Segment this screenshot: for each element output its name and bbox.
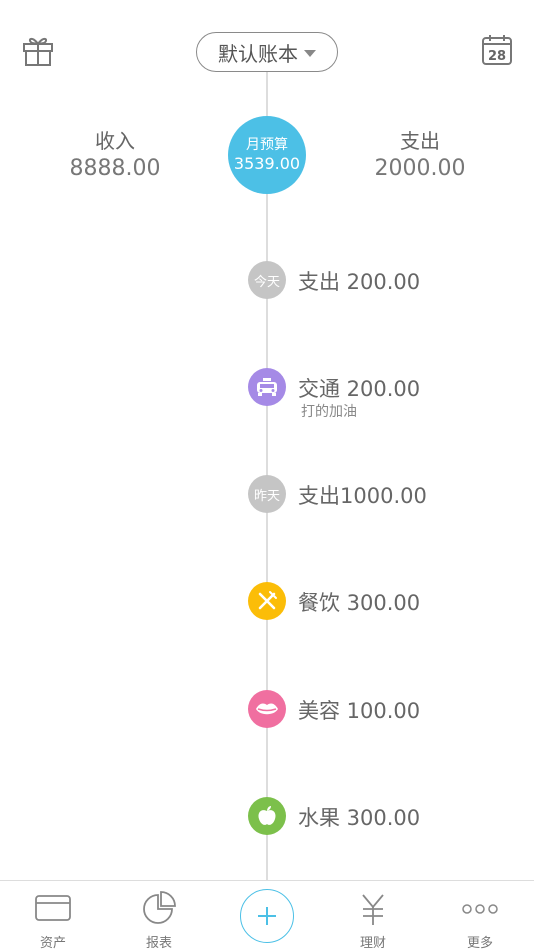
monthly-budget-button[interactable]: 月预算 3539.00 [228, 116, 306, 194]
today-badge: 今天 [248, 261, 286, 299]
account-book-selector[interactable]: 默认账本 [196, 32, 338, 72]
more-dots-icon [462, 904, 498, 914]
tab-assets[interactable]: 资产 [0, 881, 106, 950]
tab-label: 报表 [145, 936, 172, 950]
plus-icon [258, 907, 276, 925]
expense-label: 支出 [400, 129, 440, 153]
daily-expense-total: 支出 200.00 [298, 270, 421, 294]
budget-value: 3539.00 [233, 154, 301, 173]
app-screen: 默认账本 28 收入 8888.00 月预算 3539.00 支出 2000.0… [0, 0, 534, 950]
income-value: 8888.00 [69, 156, 161, 181]
card-icon [35, 895, 71, 921]
tab-finance[interactable]: 理财 [320, 881, 426, 950]
add-record-button[interactable] [240, 889, 294, 943]
transaction-amount: 交通 200.00 [298, 377, 421, 401]
calendar-icon[interactable]: 28 [480, 32, 516, 68]
transaction-amount: 水果 300.00 [298, 806, 421, 830]
lips-icon [248, 690, 286, 728]
yesterday-badge: 昨天 [248, 475, 286, 513]
tab-reports[interactable]: 报表 [106, 881, 212, 950]
transaction-note: 打的加油 [301, 404, 357, 420]
expense-value: 2000.00 [374, 156, 466, 181]
tab-label: 资产 [39, 936, 66, 950]
bottom-tab-bar: 资产 报表 理财 更多 [0, 880, 534, 950]
daily-expense-total: 支出1000.00 [298, 484, 427, 508]
income-label: 收入 [95, 129, 135, 153]
income-summary: 收入 8888.00 [35, 128, 195, 184]
yen-icon [362, 894, 384, 925]
taxi-icon [248, 368, 286, 406]
chevron-down-icon [304, 49, 316, 57]
pie-chart-icon [143, 891, 176, 924]
budget-label: 月预算 [246, 137, 288, 153]
fork-knife-icon [248, 582, 286, 620]
calendar-day-number: 28 [488, 49, 506, 64]
yesterday-badge-label: 昨天 [253, 488, 280, 504]
tab-more[interactable]: 更多 [427, 881, 533, 950]
tab-label: 理财 [359, 936, 386, 950]
apple-icon [248, 797, 286, 835]
transaction-amount: 美容 100.00 [298, 699, 421, 723]
tab-label: 更多 [466, 936, 493, 950]
today-badge-label: 今天 [253, 274, 280, 290]
gift-icon[interactable] [20, 32, 56, 68]
transaction-amount: 餐饮 300.00 [298, 591, 421, 615]
expense-summary: 支出 2000.00 [340, 128, 500, 184]
account-book-label: 默认账本 [218, 41, 298, 66]
